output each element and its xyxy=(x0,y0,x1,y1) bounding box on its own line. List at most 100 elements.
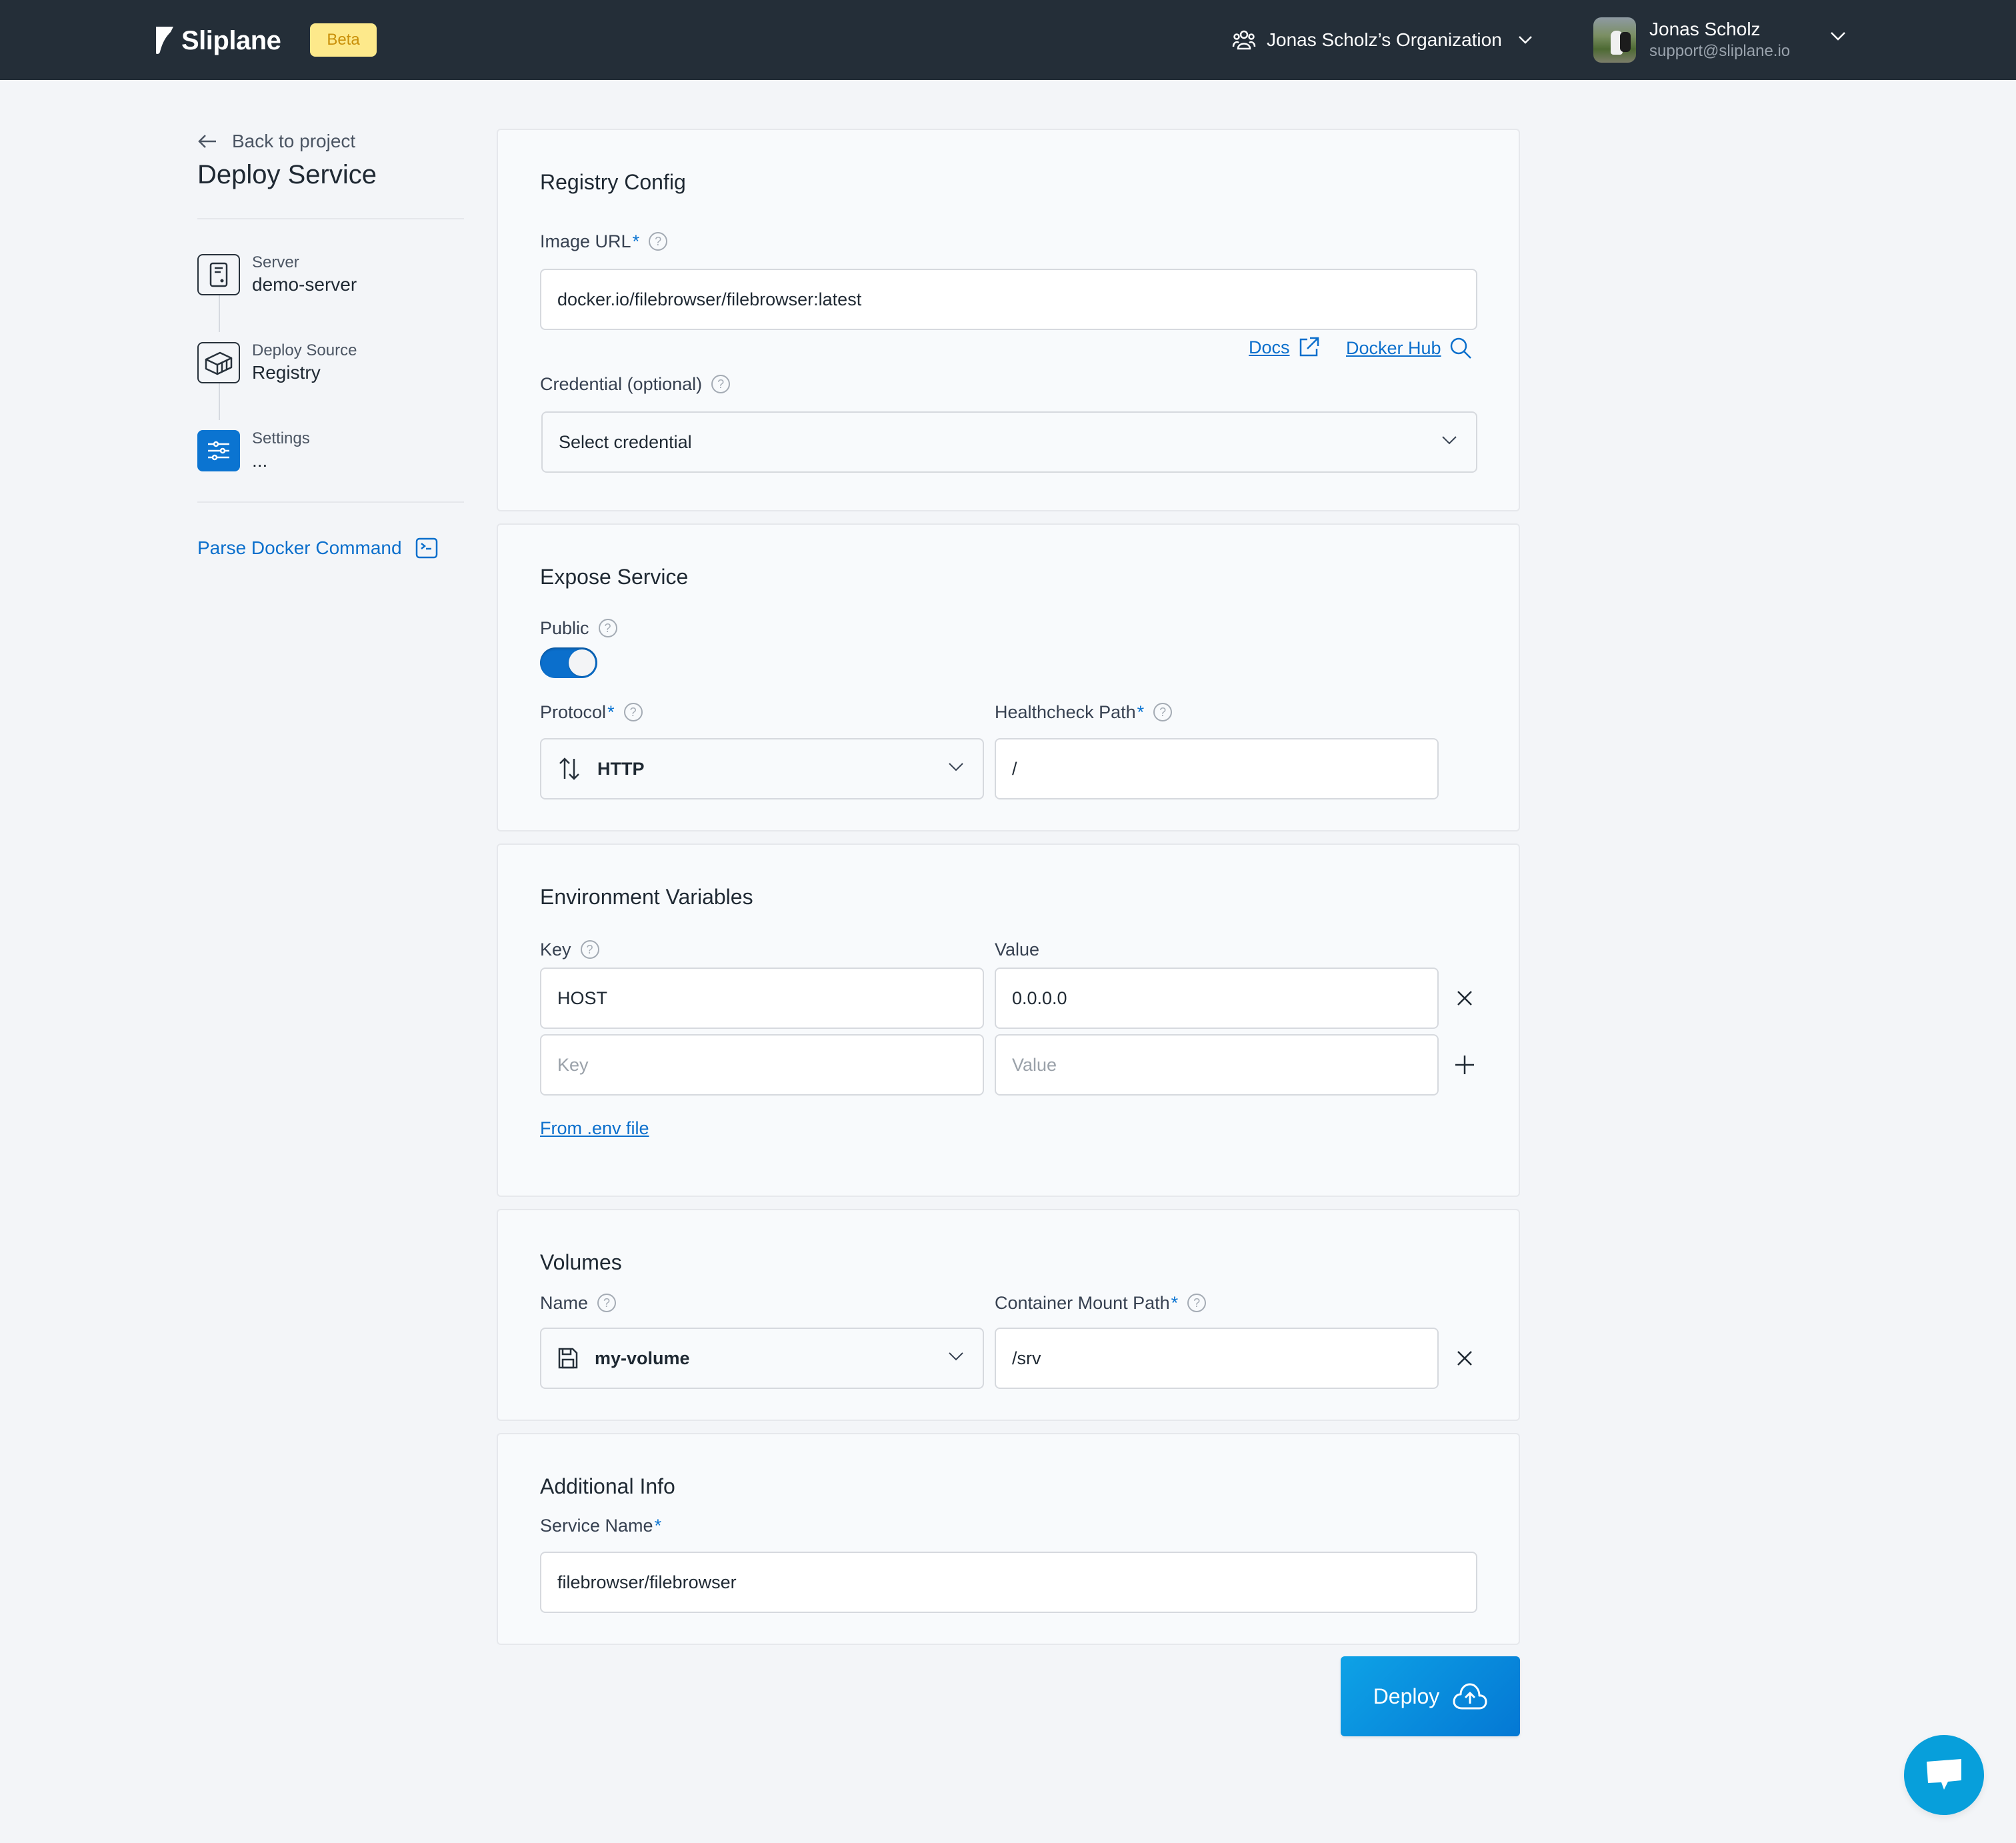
volume-name-select[interactable]: my-volume xyxy=(540,1328,984,1389)
healthcheck-path-input[interactable]: / xyxy=(995,738,1439,799)
parse-docker-command-link[interactable]: Parse Docker Command xyxy=(197,536,438,560)
from-env-file-label: From .env file xyxy=(540,1118,649,1138)
help-icon[interactable]: ? xyxy=(1153,703,1173,721)
toggle-knob xyxy=(569,649,595,676)
env-key-label: Key ? xyxy=(540,938,599,961)
from-env-file-link[interactable]: From .env file xyxy=(540,1118,649,1139)
arrows-up-down-icon xyxy=(557,757,581,781)
cloud-upload-icon xyxy=(1453,1683,1487,1710)
volume-name-value: my-volume xyxy=(595,1348,690,1368)
required-marker: * xyxy=(654,1515,662,1536)
env-key-input[interactable]: HOST xyxy=(540,968,984,1029)
docker-hub-label: Docker Hub xyxy=(1346,337,1441,358)
beta-badge: Beta xyxy=(310,23,377,57)
healthcheck-label: Healthcheck Path * ? xyxy=(995,701,1173,723)
chevron-down-icon[interactable] xyxy=(1830,31,1846,41)
help-icon[interactable]: ? xyxy=(580,940,599,959)
card-title: Additional Info xyxy=(540,1474,675,1498)
expose-service-card: Expose Service Public ? Protocol * ? HTTP… xyxy=(497,523,1520,831)
mount-path-input[interactable]: /srv xyxy=(995,1328,1439,1389)
card-title: Expose Service xyxy=(540,565,689,589)
docs-link[interactable]: Docs xyxy=(1249,337,1319,358)
volume-name-label: Name ? xyxy=(540,1292,617,1314)
registry-config-card: Registry Config Image URL * ? docker.io/f… xyxy=(497,129,1520,511)
label-text: Key xyxy=(540,939,571,960)
label-text: Container Mount Path xyxy=(995,1292,1170,1313)
help-icon[interactable]: ? xyxy=(623,703,643,721)
required-marker: * xyxy=(632,231,640,251)
service-name-input[interactable]: filebrowser/filebrowser xyxy=(540,1552,1477,1613)
help-icon[interactable]: ? xyxy=(1187,1294,1207,1312)
label-text: Service Name xyxy=(540,1515,653,1536)
protocol-select-value: HTTP xyxy=(597,758,645,779)
organization-switcher[interactable]: Jonas Scholz’s Organization xyxy=(1232,24,1533,56)
server-icon xyxy=(209,262,228,287)
sliders-icon xyxy=(208,441,229,461)
terminal-icon xyxy=(415,537,437,559)
close-icon xyxy=(1457,991,1472,1006)
page-title: Deploy Service xyxy=(197,160,377,189)
env-value-input[interactable]: 0.0.0.0 xyxy=(995,968,1439,1029)
image-url-label: Image URL * ? xyxy=(540,230,668,253)
label-text: Healthcheck Path xyxy=(995,701,1136,722)
sidebar-divider xyxy=(197,501,464,503)
step-label: Deploy Source xyxy=(252,341,357,359)
organization-name: Jonas Scholz’s Organization xyxy=(1267,29,1502,50)
step-settings[interactable]: Settings ... xyxy=(197,429,464,472)
deploy-button[interactable]: Deploy xyxy=(1341,1656,1520,1736)
public-label: Public ? xyxy=(540,617,617,639)
back-to-project-label: Back to project xyxy=(232,131,356,151)
search-icon xyxy=(1450,337,1471,359)
protocol-select[interactable]: HTTP xyxy=(540,738,984,799)
help-icon[interactable]: ? xyxy=(711,375,731,393)
sliplane-logo-icon xyxy=(156,27,173,55)
chevron-down-icon xyxy=(949,1352,963,1361)
arrow-left-icon xyxy=(198,135,216,148)
user-menu[interactable]: Jonas Scholz support@sliplane.io xyxy=(1593,17,1790,63)
container-icon xyxy=(205,351,233,375)
help-icon[interactable]: ? xyxy=(649,232,668,251)
public-toggle[interactable] xyxy=(540,647,597,678)
step-deploy-source[interactable]: Deploy Source Registry xyxy=(197,341,464,384)
step-server[interactable]: Server demo-server xyxy=(197,253,464,296)
chat-widget-button[interactable] xyxy=(1904,1735,1984,1815)
label-text: Image URL xyxy=(540,231,631,251)
back-to-project-link[interactable]: Back to project xyxy=(197,129,355,153)
label-text: Credential (optional) xyxy=(540,373,703,394)
parse-docker-command-label: Parse Docker Command xyxy=(197,537,402,558)
help-icon[interactable]: ? xyxy=(597,1294,617,1312)
avatar xyxy=(1593,17,1636,63)
remove-env-button[interactable] xyxy=(1451,985,1478,1012)
additional-info-card: Additional Info Service Name * filebrowse… xyxy=(497,1433,1520,1645)
save-icon xyxy=(557,1347,579,1370)
close-icon xyxy=(1457,1351,1472,1366)
step-icon-box xyxy=(197,342,240,383)
required-marker: * xyxy=(1137,701,1145,722)
image-url-input[interactable]: docker.io/filebrowser/filebrowser:latest xyxy=(540,269,1477,330)
card-title: Environment Variables xyxy=(540,885,753,909)
help-icon[interactable]: ? xyxy=(598,619,617,637)
remove-volume-button[interactable] xyxy=(1451,1345,1478,1372)
env-value-label: Value xyxy=(995,938,1039,961)
step-label: Settings xyxy=(252,429,310,447)
add-env-button[interactable] xyxy=(1451,1052,1478,1078)
step-value: demo-server xyxy=(252,274,357,295)
step-connector xyxy=(219,379,220,420)
brand-logo[interactable]: Sliplane xyxy=(153,24,281,57)
docs-label: Docs xyxy=(1249,337,1290,357)
sidebar-divider xyxy=(197,218,464,219)
plus-icon xyxy=(1455,1056,1474,1074)
step-icon-box xyxy=(197,254,240,295)
label-text: Name xyxy=(540,1292,589,1313)
new-env-key-input[interactable]: Key xyxy=(540,1034,984,1096)
label-text: Value xyxy=(995,939,1040,960)
brand-name: Sliplane xyxy=(181,25,281,55)
step-value: ... xyxy=(252,450,268,471)
credential-select[interactable]: Select credential xyxy=(541,411,1477,473)
environment-variables-card: Environment Variables Key ? Value HOST 0… xyxy=(497,843,1520,1197)
user-email: support@sliplane.io xyxy=(1649,42,1791,60)
docker-hub-link[interactable]: Docker Hub xyxy=(1346,337,1472,359)
user-name: Jonas Scholz xyxy=(1649,19,1761,39)
new-env-value-input[interactable]: Value xyxy=(995,1034,1439,1096)
label-text: Protocol xyxy=(540,701,607,722)
